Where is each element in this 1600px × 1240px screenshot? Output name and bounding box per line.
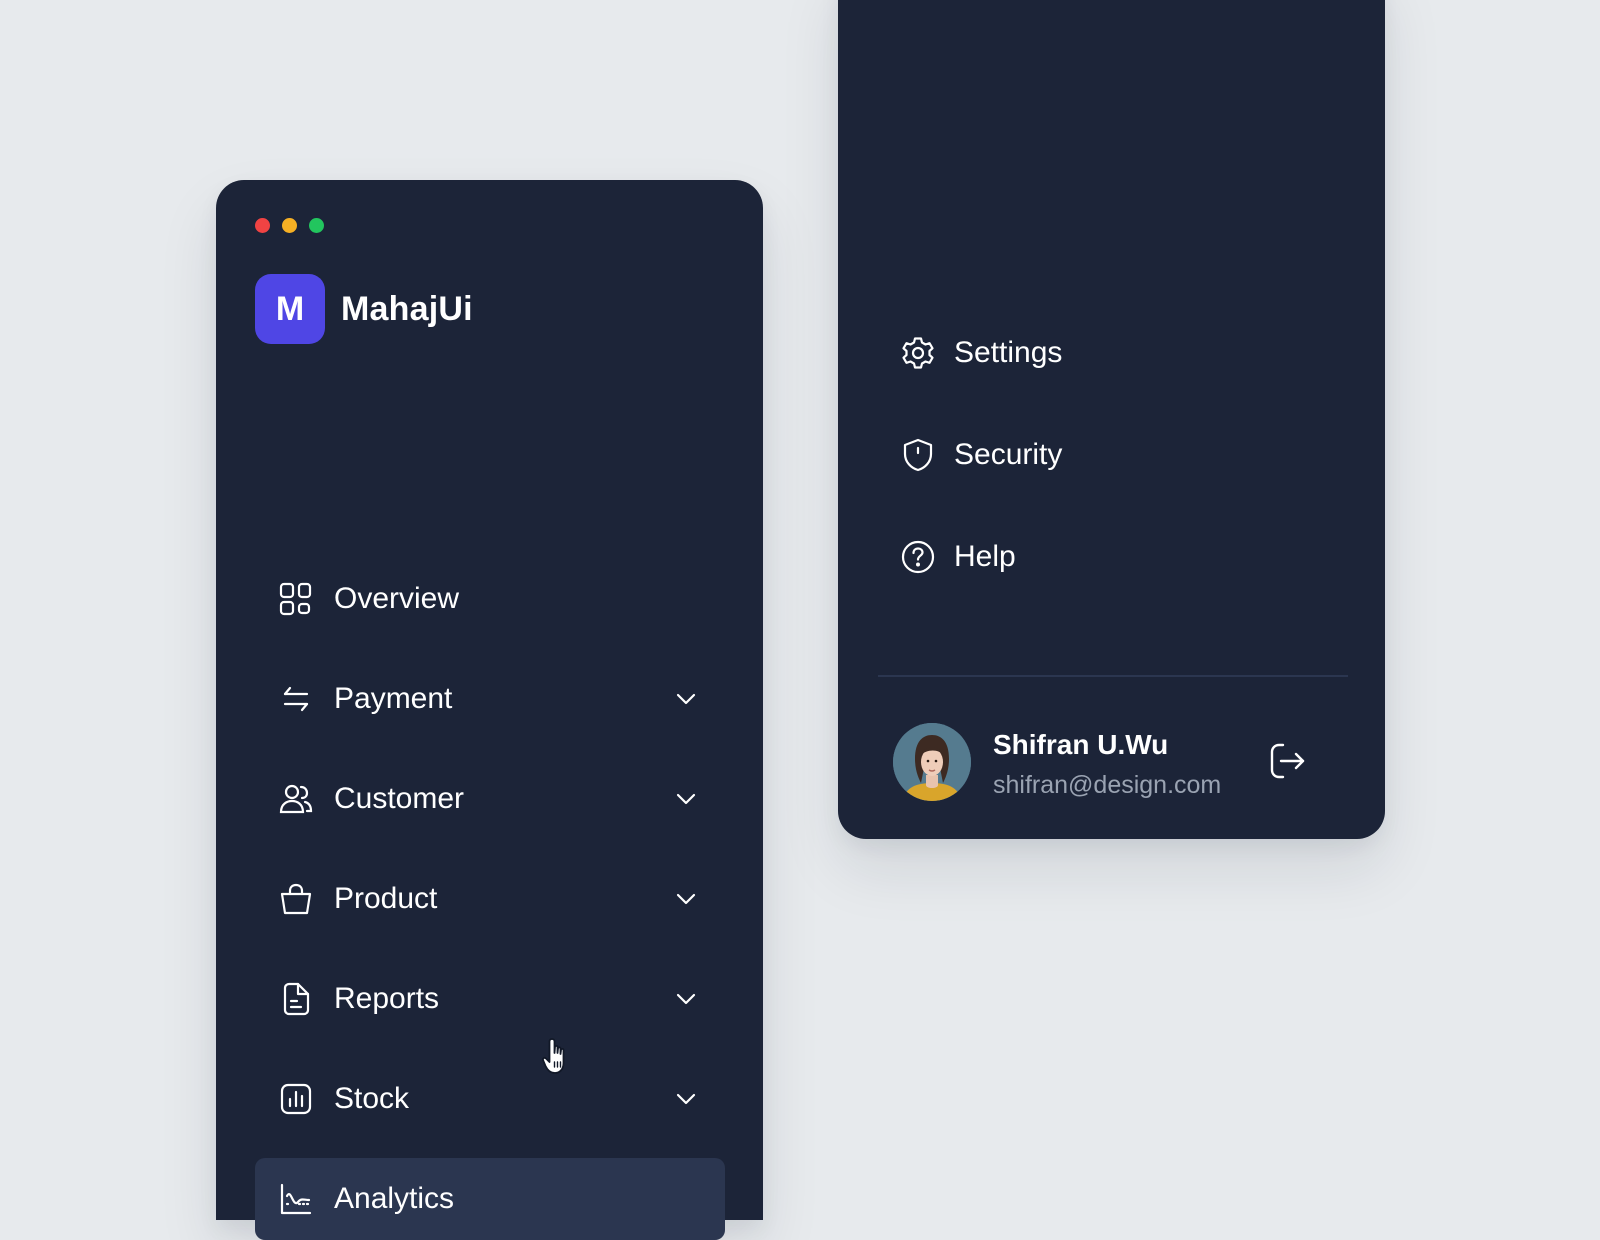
minimize-window-button[interactable] (282, 218, 297, 233)
shopping-bag-icon (279, 882, 313, 916)
logout-button[interactable] (1265, 741, 1309, 785)
sidebar-item-label: Stock (334, 1082, 410, 1115)
user-profile[interactable]: Shifran U.Wu shifran@design.com (893, 723, 1333, 803)
close-window-button[interactable] (255, 218, 270, 233)
chevron-down-icon[interactable] (675, 788, 697, 810)
gear-icon (900, 335, 936, 371)
menu-item-label: Settings (954, 336, 1063, 369)
brand-logo: M (255, 274, 325, 344)
menu-item-help[interactable]: Help (900, 527, 1320, 587)
chevron-down-icon[interactable] (675, 1088, 697, 1110)
sidebar-item-label: Payment (334, 682, 453, 715)
chevron-down-icon[interactable] (675, 988, 697, 1010)
sidebar-item-label: Customer (334, 782, 465, 815)
document-icon (279, 982, 313, 1016)
transfer-arrows-icon (279, 682, 313, 716)
menu-item-label: Security (954, 438, 1063, 471)
sidebar-item-label: Analytics (334, 1182, 455, 1215)
sidebar-item-reports[interactable]: Reports (255, 958, 725, 1040)
sidebar-item-stock[interactable]: Stock (255, 1058, 725, 1140)
help-circle-icon (900, 539, 936, 575)
maximize-window-button[interactable] (309, 218, 324, 233)
shield-icon (900, 437, 936, 473)
avatar[interactable] (893, 723, 971, 801)
sidebar-item-label: Reports (334, 982, 440, 1015)
sidebar-item-customer[interactable]: Customer (255, 758, 725, 840)
sidebar-item-product[interactable]: Product (255, 858, 725, 940)
grid-icon (279, 582, 313, 616)
sidebar-item-payment[interactable]: Payment (255, 658, 725, 740)
users-icon (279, 782, 313, 816)
menu-item-label: Help (954, 540, 1016, 573)
brand-name: MahajUi (341, 289, 473, 328)
menu-item-security[interactable]: Security (900, 425, 1320, 485)
bar-chart-icon (279, 1082, 313, 1116)
user-email: shifran@design.com (993, 771, 1222, 799)
logout-icon (1267, 741, 1307, 786)
brand[interactable]: M MahajUi (255, 274, 473, 344)
divider (878, 675, 1348, 677)
menu-item-settings[interactable]: Settings (900, 323, 1320, 383)
window-controls (255, 218, 324, 233)
chevron-down-icon[interactable] (675, 888, 697, 910)
hand-cursor-icon (542, 1038, 565, 1074)
sidebar-item-overview[interactable]: Overview (255, 558, 725, 640)
user-name: Shifran U.Wu (993, 729, 1169, 760)
account-panel: Settings Security Help Shifran U.Wu shif… (838, 0, 1385, 839)
main-sidebar: M MahajUi Overview Payment Customer Prod… (216, 180, 763, 1240)
sidebar-item-label: Overview (334, 582, 460, 615)
chevron-down-icon[interactable] (675, 688, 697, 710)
line-chart-icon (279, 1182, 313, 1216)
sidebar-item-analytics[interactable]: Analytics (255, 1158, 725, 1240)
sidebar-item-label: Product (334, 882, 438, 915)
